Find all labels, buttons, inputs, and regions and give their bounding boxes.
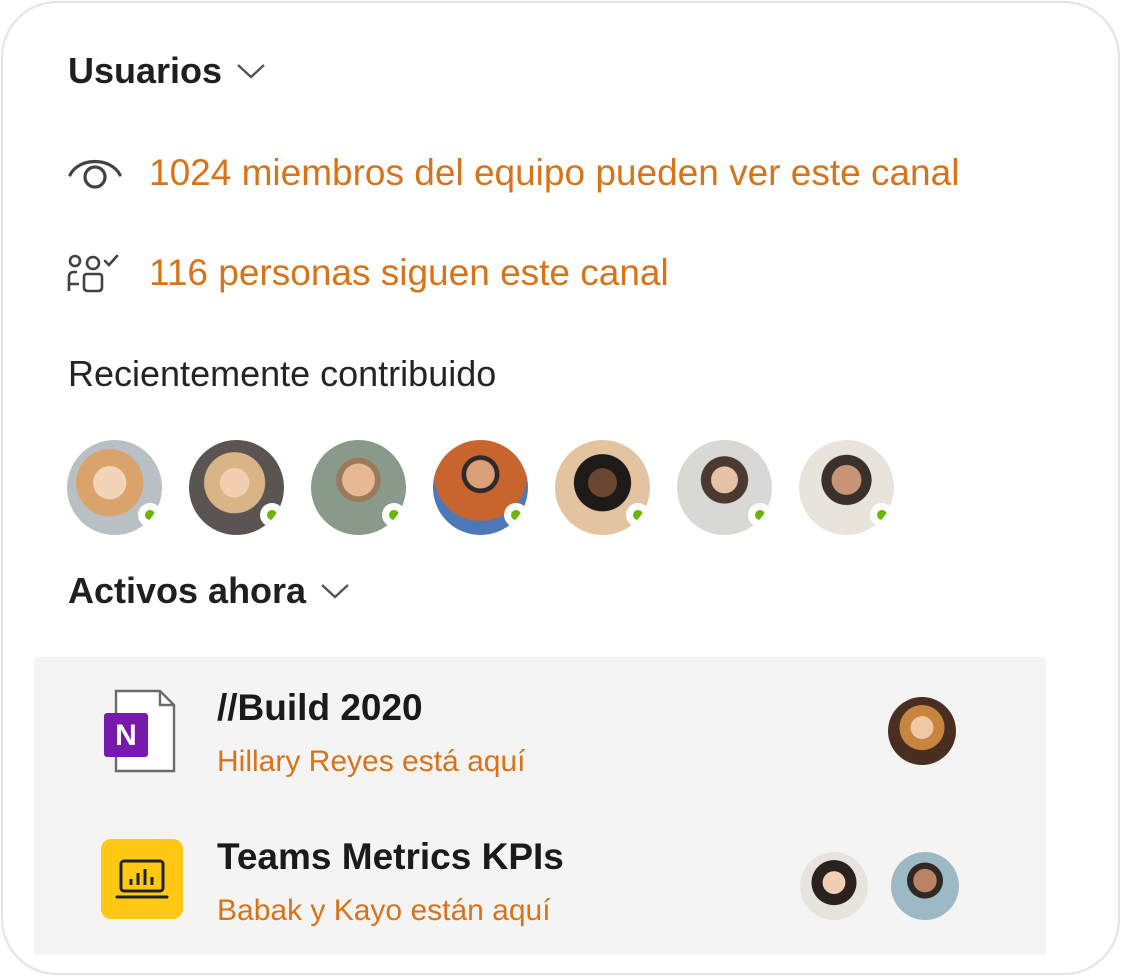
- active-now-title: Activos ahora: [68, 570, 307, 611]
- chevron-down-icon: [321, 584, 349, 599]
- followers-link[interactable]: 116 personas siguen este canal: [149, 252, 669, 294]
- item-subtitle: Hillary Reyes está aquí: [217, 745, 526, 778]
- item-subtitle: Babak y Kayo están aquí: [217, 894, 551, 927]
- avatar[interactable]: [799, 440, 894, 535]
- followers-row: 116 personas siguen este canal: [67, 252, 669, 294]
- avatar[interactable]: [891, 852, 959, 920]
- avatar[interactable]: [311, 440, 406, 535]
- avatar[interactable]: [433, 440, 528, 535]
- avatar[interactable]: [888, 697, 956, 765]
- item-title: //Build 2020: [217, 687, 423, 728]
- presence-available-icon: [138, 503, 162, 527]
- avatar[interactable]: [677, 440, 772, 535]
- avatar[interactable]: [555, 440, 650, 535]
- eye-icon: [67, 153, 123, 193]
- item-title: Teams Metrics KPIs: [217, 836, 564, 877]
- presence-available-icon: [504, 503, 528, 527]
- presence-available-icon: [626, 503, 650, 527]
- recent-contributors-label: Recientemente contribuido: [68, 353, 497, 394]
- members-visibility-link[interactable]: 1024 miembros del equipo pueden ver este…: [149, 152, 959, 194]
- presence-available-icon: [260, 503, 284, 527]
- users-section-title: Usuarios: [68, 50, 223, 91]
- recent-contributors-list: [67, 440, 894, 535]
- onenote-letter: N: [115, 719, 137, 752]
- presence-available-icon: [382, 503, 406, 527]
- presence-available-icon: [870, 503, 894, 527]
- active-now-toggle[interactable]: Activos ahora: [68, 570, 350, 612]
- chevron-down-icon: [237, 64, 265, 79]
- people-check-icon: [67, 253, 123, 293]
- avatar[interactable]: [800, 852, 868, 920]
- list-item-teams-metrics-kpis[interactable]: Teams Metrics KPIs Babak y Kayo están aq…: [34, 806, 1046, 954]
- active-now-list: N //Build 2020 Hillary Reyes está aquí T…: [34, 657, 1046, 954]
- avatar[interactable]: [189, 440, 284, 535]
- powerbi-icon: [101, 839, 183, 919]
- onenote-icon: N: [104, 689, 176, 773]
- members-row: 1024 miembros del equipo pueden ver este…: [67, 152, 959, 194]
- list-item-build-2020[interactable]: N //Build 2020 Hillary Reyes está aquí: [34, 657, 1046, 805]
- presence-available-icon: [748, 503, 772, 527]
- users-section-toggle[interactable]: Usuarios: [68, 50, 266, 92]
- avatar[interactable]: [67, 440, 162, 535]
